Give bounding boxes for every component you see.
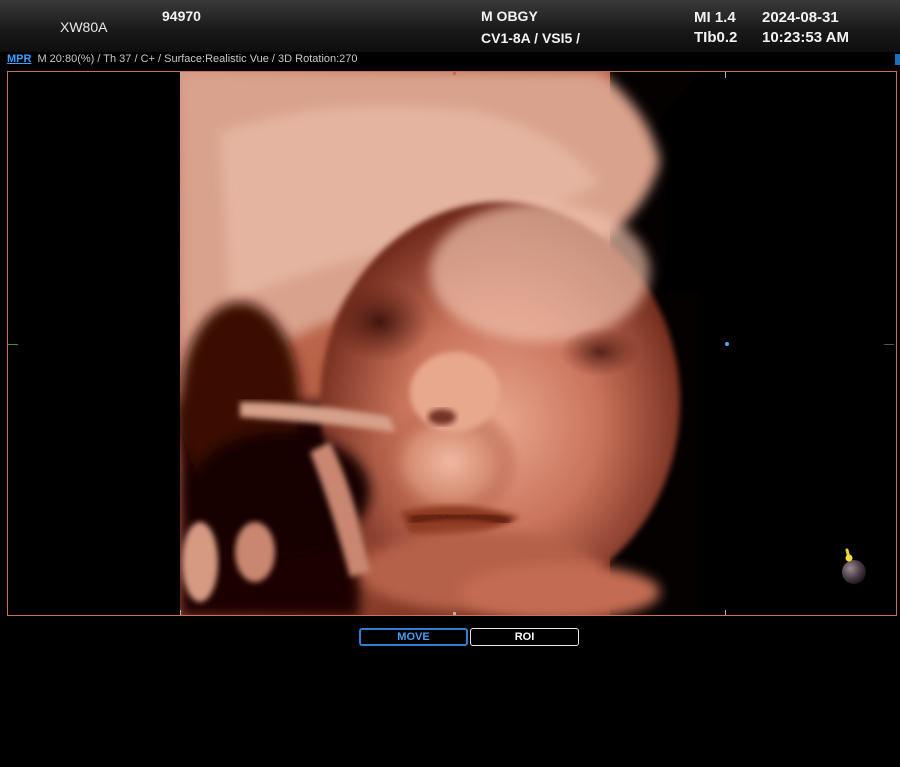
- render-viewport[interactable]: [7, 71, 897, 616]
- top-tick-left: [180, 72, 181, 78]
- exam-date: 2024-08-31: [762, 9, 839, 26]
- top-tick-right: [725, 72, 726, 78]
- exam-time: 10:23:53 AM: [762, 29, 849, 46]
- top-tick-center: [453, 72, 456, 75]
- thermal-index-bone: TIb0.2: [694, 29, 738, 46]
- bottom-tick-center: [453, 612, 456, 615]
- patient-id: 94970: [162, 8, 201, 24]
- mechanical-index: MI 1.4: [694, 9, 736, 26]
- render-parameters: M 20:80(%) / Th 37 / C+ / Surface:Realis…: [37, 53, 358, 65]
- orientation-ball-icon[interactable]: [838, 544, 870, 584]
- fetal-face-3d-render: [180, 72, 700, 615]
- header-bar: XW80A 94970 M OBGY CV1-8A / VSI5 / MI 1.…: [0, 0, 900, 52]
- move-button[interactable]: MOVE: [359, 628, 468, 646]
- device-model: XW80A: [60, 19, 108, 35]
- right-center-marker: [725, 342, 729, 346]
- ultrasound-screen: XW80A 94970 M OBGY CV1-8A / VSI5 / MI 1.…: [0, 0, 900, 767]
- exam-preset: M OBGY: [481, 8, 538, 24]
- probe-info: CV1-8A / VSI5 /: [481, 30, 581, 46]
- mpr-mode-link[interactable]: MPR: [7, 53, 31, 65]
- bottom-tick-right: [725, 610, 726, 615]
- right-tick-center: [884, 344, 894, 345]
- left-center-marker: [8, 344, 18, 345]
- bottom-tick-left: [180, 610, 181, 615]
- corner-indicator: [895, 54, 900, 65]
- render-parameters-line: MPR M 20:80(%) / Th 37 / C+ / Surface:Rea…: [7, 53, 358, 67]
- roi-button[interactable]: ROI: [470, 628, 579, 646]
